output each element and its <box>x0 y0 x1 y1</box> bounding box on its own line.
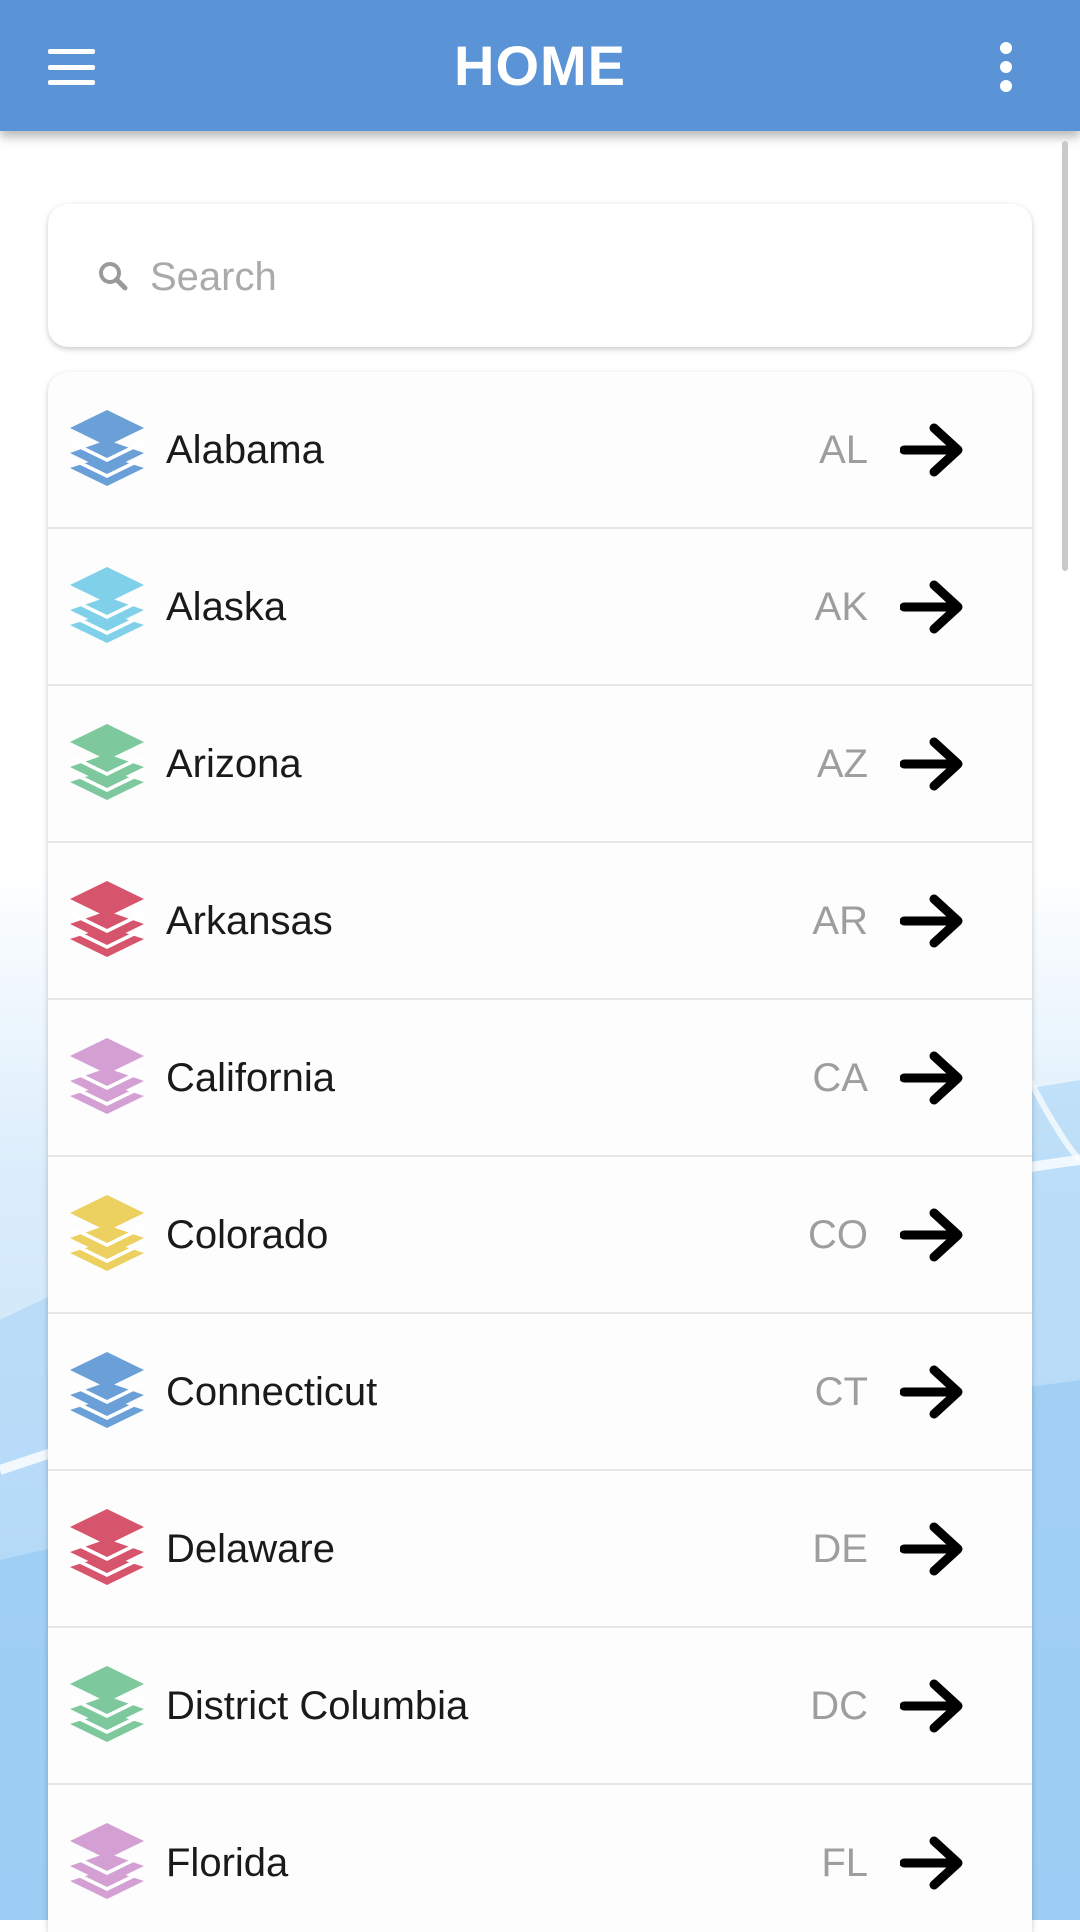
scrollbar[interactable] <box>1062 141 1068 571</box>
arrow-right-icon[interactable] <box>900 1521 966 1577</box>
layers-icon <box>70 1666 144 1742</box>
more-vertical-icon[interactable] <box>993 42 1021 92</box>
layers-icon <box>70 1195 144 1271</box>
state-name: Florida <box>166 1841 289 1885</box>
layers-icon <box>70 881 144 957</box>
arrow-right-icon[interactable] <box>900 1207 966 1263</box>
layers-icon <box>70 724 144 800</box>
state-name: Connecticut <box>166 1370 378 1414</box>
layers-icon <box>70 1823 144 1899</box>
state-abbreviation: CA <box>812 1056 868 1100</box>
page-title: HOME <box>454 34 626 97</box>
list-item[interactable]: Alabama AL <box>48 372 1032 529</box>
arrow-right-icon[interactable] <box>900 579 966 635</box>
layers-icon <box>70 1038 144 1114</box>
state-name: Arkansas <box>166 899 333 943</box>
state-name: Arizona <box>166 742 302 786</box>
state-name: Alabama <box>166 428 324 472</box>
state-list: Alabama AL Alaska AK Arizona AZ Arkansas AR Cali… <box>48 372 1032 1932</box>
state-abbreviation: CT <box>814 1370 868 1414</box>
state-abbreviation: CO <box>808 1213 868 1257</box>
state-name: California <box>166 1056 335 1100</box>
state-abbreviation: DE <box>812 1527 868 1571</box>
state-abbreviation: AZ <box>816 742 868 786</box>
list-item[interactable]: Arizona AZ <box>48 686 1032 843</box>
list-item[interactable]: California CA <box>48 1000 1032 1157</box>
state-abbreviation: AR <box>812 899 868 943</box>
state-name: Delaware <box>166 1527 335 1571</box>
search-input[interactable] <box>148 240 992 314</box>
search-box[interactable] <box>48 204 1032 347</box>
arrow-right-icon[interactable] <box>900 1364 966 1420</box>
state-name: Alaska <box>166 585 287 629</box>
layers-icon <box>70 1352 144 1428</box>
state-name: District Columbia <box>166 1684 469 1728</box>
layers-icon <box>70 567 144 643</box>
arrow-right-icon[interactable] <box>900 422 966 478</box>
app-bar: HOME <box>0 0 1080 131</box>
arrow-right-icon[interactable] <box>900 736 966 792</box>
state-abbreviation: DC <box>810 1684 868 1728</box>
state-abbreviation: FL <box>821 1841 868 1885</box>
arrow-right-icon[interactable] <box>900 893 966 949</box>
list-item[interactable]: Florida FL <box>48 1785 1032 1932</box>
arrow-right-icon[interactable] <box>900 1050 966 1106</box>
arrow-right-icon[interactable] <box>900 1835 966 1891</box>
list-item[interactable]: Alaska AK <box>48 529 1032 686</box>
state-abbreviation: AK <box>814 585 868 629</box>
layers-icon <box>70 410 144 486</box>
list-item[interactable]: District Columbia DC <box>48 1628 1032 1785</box>
layers-icon <box>70 1509 144 1585</box>
list-item[interactable]: Delaware DE <box>48 1471 1032 1628</box>
arrow-right-icon[interactable] <box>900 1678 966 1734</box>
list-item[interactable]: Colorado CO <box>48 1157 1032 1314</box>
state-name: Colorado <box>166 1213 329 1257</box>
search-icon <box>99 262 128 291</box>
state-abbreviation: AL <box>819 428 868 472</box>
list-item[interactable]: Arkansas AR <box>48 843 1032 1000</box>
list-item[interactable]: Connecticut CT <box>48 1314 1032 1471</box>
